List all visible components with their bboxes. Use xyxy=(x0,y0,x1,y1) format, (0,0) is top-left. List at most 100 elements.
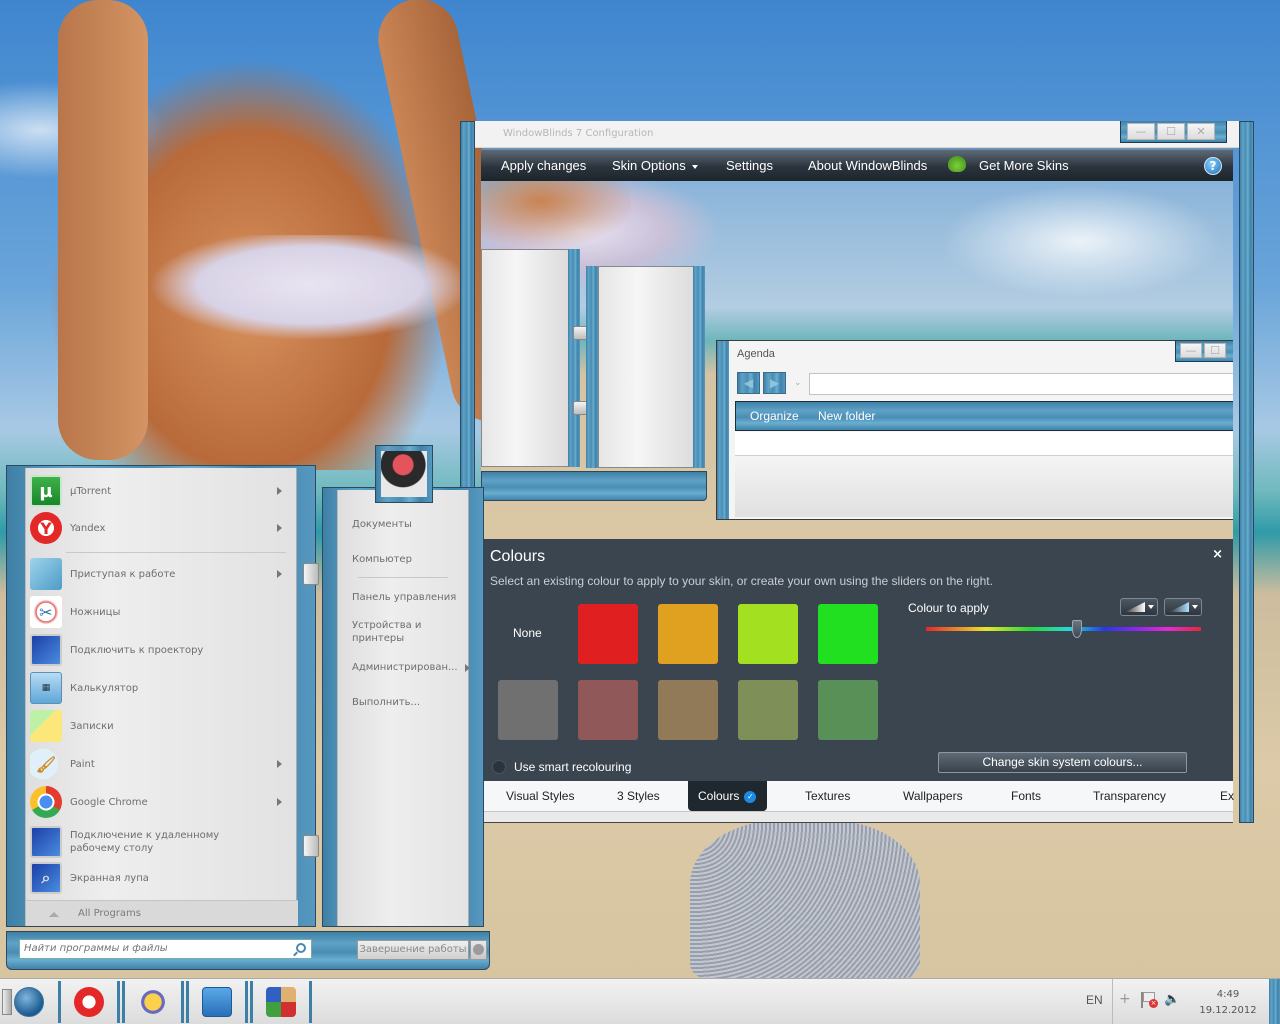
program-item[interactable]: Подключить к проектору xyxy=(30,633,292,667)
program-label: Подключить к проектору xyxy=(70,644,204,656)
colour-swatch[interactable] xyxy=(658,604,718,664)
search-input[interactable] xyxy=(24,943,284,954)
tab-transparency[interactable]: Transparency xyxy=(1093,789,1166,803)
clock-date[interactable]: 19.12.2012 xyxy=(1198,1005,1258,1016)
close-icon[interactable]: × xyxy=(1212,547,1223,562)
tab-textures[interactable]: Textures xyxy=(805,789,850,803)
program-label: µTorrent xyxy=(70,485,112,497)
preview-frame xyxy=(568,249,580,467)
hue-slider-thumb[interactable] xyxy=(1072,620,1083,638)
show-desktop-button[interactable] xyxy=(1269,979,1280,1024)
smart-recolouring-toggle[interactable] xyxy=(492,760,506,774)
preview-window-title: Agenda xyxy=(737,348,775,360)
tab-fonts[interactable]: Fonts xyxy=(1011,789,1041,803)
program-item[interactable]: Записки xyxy=(30,709,292,743)
taskbar-app-paint[interactable] xyxy=(250,981,312,1023)
places-item-computer[interactable]: Компьютер xyxy=(352,553,462,566)
tab-3-styles[interactable]: 3 Styles xyxy=(617,789,660,803)
help-icon[interactable]: ? xyxy=(1204,157,1222,175)
program-item[interactable]: ⌕ Экранная лупа xyxy=(30,861,292,895)
colour-swatch[interactable] xyxy=(498,680,558,740)
tab-colours[interactable]: Colours ✓ xyxy=(688,781,767,811)
preview-caption-buttons: — ☐ xyxy=(1175,341,1233,362)
program-label: Подключение к удаленному рабочему столу xyxy=(70,830,220,854)
paint-icon: 🖌 xyxy=(30,748,62,780)
skin-preview: Agenda — ☐ ◀ ▶ ⌄ Organize New folder miz… xyxy=(481,181,1233,601)
about-windowblinds-button[interactable]: About WindowBlinds xyxy=(808,158,927,173)
program-item[interactable]: Y Yandex xyxy=(30,511,292,545)
change-skin-system-colours-button[interactable]: Change skin system colours... xyxy=(938,752,1187,773)
colour-swatch[interactable] xyxy=(578,680,638,740)
program-item[interactable]: Подключение к удаленному рабочему столу xyxy=(30,823,292,861)
maximize-button[interactable]: ☐ xyxy=(1157,123,1185,140)
turntable-avatar-icon xyxy=(381,451,427,497)
colour-swatch[interactable] xyxy=(818,604,878,664)
clock-time[interactable]: 4:49 xyxy=(1208,989,1248,1000)
colour-none-option[interactable]: None xyxy=(513,626,542,640)
yandex-browser-icon xyxy=(74,987,104,1017)
colour-swatch[interactable] xyxy=(578,604,638,664)
program-label: Paint xyxy=(70,758,95,770)
show-hidden-icons-button[interactable]: + xyxy=(1119,991,1131,1007)
paint-colors-icon xyxy=(266,987,296,1017)
brightness-icon xyxy=(138,987,168,1017)
preview-maximize-button: ☐ xyxy=(1204,343,1226,358)
colour-swatch[interactable] xyxy=(658,680,718,740)
colour-swatch[interactable] xyxy=(738,680,798,740)
places-item-devices-printers[interactable]: Устройства и принтеры xyxy=(352,619,432,645)
preview-new-folder: New folder xyxy=(818,409,876,423)
colour-swatch[interactable] xyxy=(818,680,878,740)
back-arrow-icon: ◀ xyxy=(737,372,760,394)
start-button[interactable] xyxy=(0,981,57,1023)
program-item[interactable]: Google Chrome xyxy=(30,785,292,819)
close-button[interactable]: ✕ xyxy=(1187,123,1215,140)
shutdown-button[interactable]: Завершение работы xyxy=(357,940,469,960)
preview-frame xyxy=(586,266,598,468)
program-label: Yandex xyxy=(70,522,106,534)
skin-options-menu[interactable]: Skin Options xyxy=(612,158,698,173)
taskbar-app-control-panel[interactable] xyxy=(186,981,248,1023)
preview-address-bar xyxy=(809,373,1233,395)
all-programs-button[interactable]: All Programs xyxy=(26,900,298,926)
preview-explorer-window: Agenda — ☐ ◀ ▶ ⌄ Organize New folder xyxy=(716,340,1233,520)
program-item[interactable]: Приступая к работе xyxy=(30,557,292,591)
minimize-button[interactable]: — xyxy=(1127,123,1155,140)
separator xyxy=(66,552,286,553)
language-indicator[interactable]: EN xyxy=(1086,993,1103,1007)
apply-changes-button[interactable]: Apply changes xyxy=(501,158,586,173)
colour-swatch[interactable] xyxy=(738,604,798,664)
title-bar[interactable]: WindowBlinds 7 Configuration — ☐ ✕ xyxy=(475,121,1239,148)
hinge-icon xyxy=(303,835,319,857)
shutdown-options-arrow-icon[interactable] xyxy=(470,940,487,960)
tab-more[interactable]: Ex xyxy=(1220,789,1234,803)
program-item[interactable]: 🖌 Paint xyxy=(30,747,292,781)
places-item-control-panel[interactable]: Панель управления xyxy=(352,591,462,604)
program-item[interactable]: ✂ Ножницы xyxy=(30,595,292,629)
magnifier-icon: ⌕ xyxy=(30,862,62,894)
gradient-dropdown-blue[interactable] xyxy=(1164,598,1202,616)
triangle-up-icon xyxy=(49,912,59,917)
gradient-ramp-icon xyxy=(1169,602,1189,612)
hue-slider-track[interactable] xyxy=(926,627,1201,631)
chevron-down-icon xyxy=(1192,605,1198,609)
places-item-documents[interactable]: Документы xyxy=(352,518,462,531)
tab-wallpapers[interactable]: Wallpapers xyxy=(903,789,963,803)
volume-icon[interactable]: 🔈 xyxy=(1164,992,1182,1008)
gradient-dropdown-dark[interactable] xyxy=(1120,598,1158,616)
places-item-run[interactable]: Выполнить... xyxy=(352,696,462,709)
get-more-skins-button[interactable]: Get More Skins xyxy=(979,158,1069,173)
user-picture[interactable] xyxy=(375,445,433,503)
places-item-administration[interactable]: Администрирован... xyxy=(352,661,470,674)
program-item[interactable]: ▦ Калькулятор xyxy=(30,671,292,705)
action-center-flag-icon[interactable]: × xyxy=(1141,992,1158,1008)
search-icon[interactable] xyxy=(296,943,306,953)
tab-visual-styles[interactable]: Visual Styles xyxy=(506,789,574,803)
error-badge-icon: × xyxy=(1149,999,1158,1008)
settings-button[interactable]: Settings xyxy=(726,158,773,173)
taskbar-app-brightness[interactable] xyxy=(122,981,184,1023)
program-item[interactable]: µ µTorrent xyxy=(30,474,292,508)
calculator-icon: ▦ xyxy=(30,672,62,704)
chevron-down-icon xyxy=(691,164,698,169)
taskbar-app-yandex[interactable] xyxy=(58,981,120,1023)
places-item-label: Администрирован... xyxy=(352,662,458,673)
